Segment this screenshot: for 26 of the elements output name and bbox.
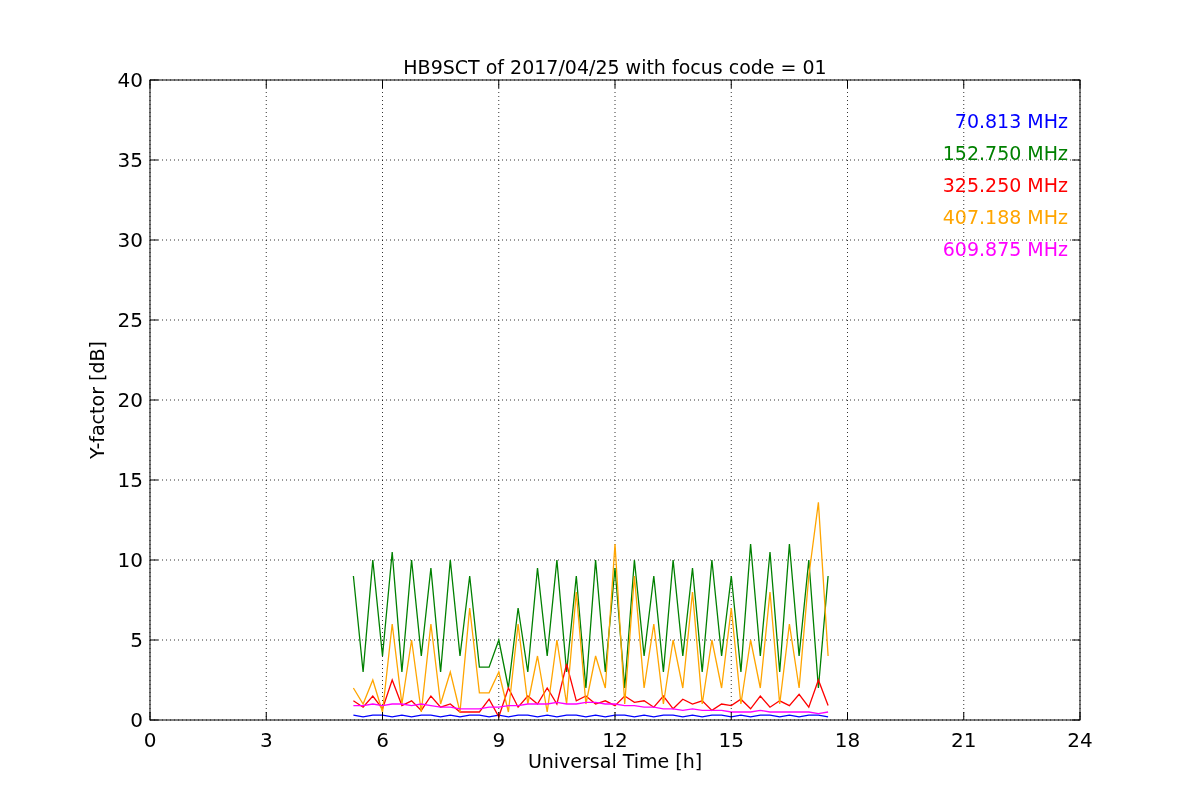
x-tick-label: 3: [259, 728, 273, 752]
y-tick-label: 25: [117, 308, 143, 332]
y-tick-label: 5: [130, 628, 143, 652]
x-tick-label: 6: [376, 728, 389, 752]
x-tick-label: 15: [718, 728, 744, 752]
legend-label: 70.813 MHz: [954, 110, 1068, 132]
y-tick-label: 40: [117, 68, 143, 92]
legend-label: 325.250 MHz: [942, 174, 1068, 196]
y-tick-label: 0: [130, 708, 143, 732]
y-tick-label: 20: [117, 388, 143, 412]
y-axis-label: Y-factor [dB]: [86, 341, 108, 459]
x-tick-label: 21: [951, 728, 977, 752]
legend-label: 609.875 MHz: [942, 238, 1068, 260]
y-tick-label: 10: [117, 548, 143, 572]
x-axis-label: Universal Time [h]: [527, 750, 703, 772]
legend-label: 407.188 MHz: [942, 206, 1068, 228]
y-tick-label: 15: [117, 468, 143, 492]
x-tick-label: 9: [492, 728, 506, 752]
legend-label: 152.750 MHz: [942, 142, 1068, 164]
chart-title: HB9SCT of 2017/04/25 with focus code = 01: [403, 56, 827, 78]
y-tick-label: 35: [117, 148, 143, 172]
x-tick-label: 18: [834, 728, 861, 752]
y-tick-label: 30: [117, 228, 143, 252]
x-tick-label: 12: [602, 728, 628, 752]
x-tick-label: 24: [1067, 728, 1093, 752]
x-tick-label: 0: [143, 728, 157, 752]
